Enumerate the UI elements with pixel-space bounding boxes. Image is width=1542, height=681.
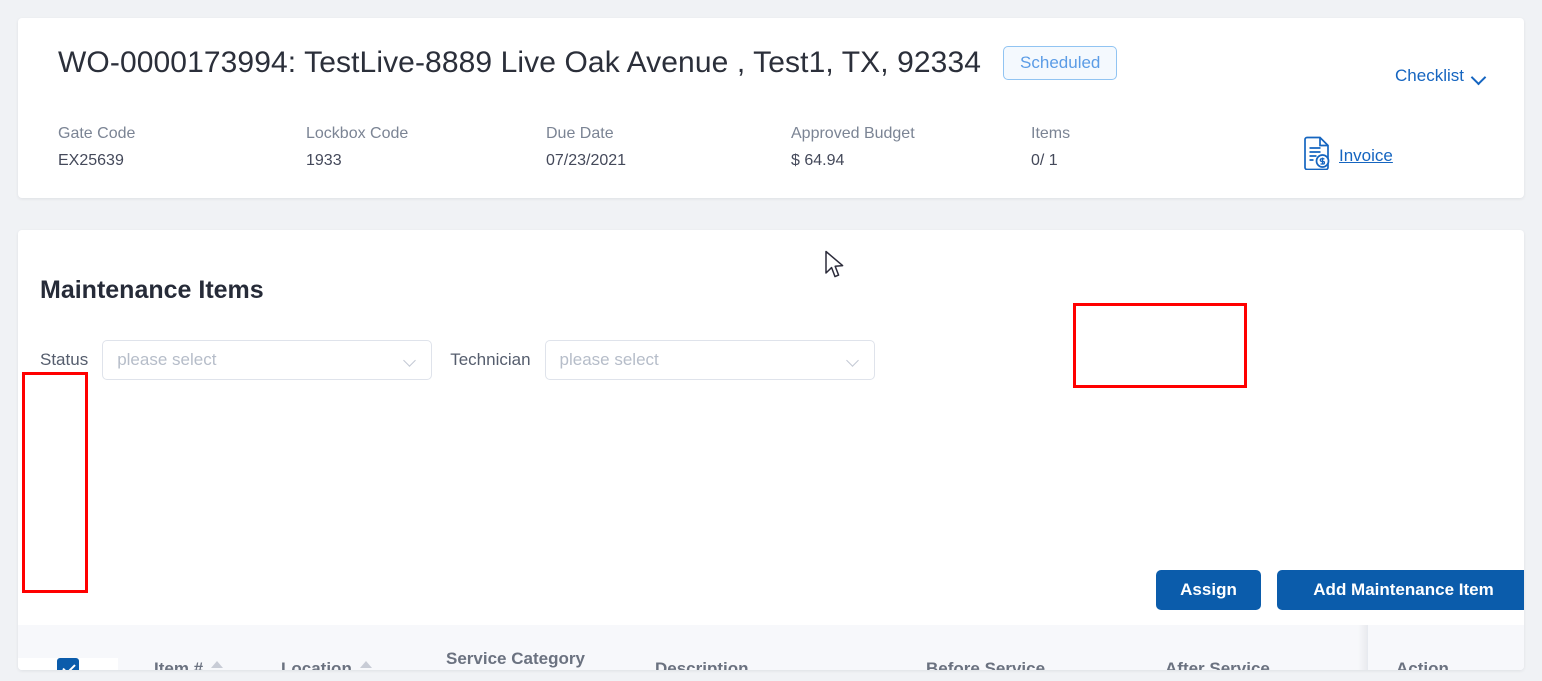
table-header-row: Item # Location Service Category Descrip… (18, 625, 1524, 670)
page-title: WO-0000173994: TestLive-8889 Live Oak Av… (58, 46, 982, 79)
column-header-service-category[interactable]: Service Category (446, 649, 655, 671)
column-header-after-service: After Service (1165, 659, 1366, 671)
work-order-title-row: WO-0000173994: TestLive-8889 Live Oak Av… (58, 46, 1504, 80)
column-header-description: Description (655, 659, 926, 671)
frozen-column-divider (1367, 625, 1368, 670)
frozen-column-shadow (1358, 625, 1367, 670)
filters-row: Status please select Technician please s… (40, 340, 875, 380)
meta-value: $ 64.94 (791, 152, 845, 169)
meta-lockbox-code: Lockbox Code 1933 (306, 123, 546, 173)
chevron-down-icon (1473, 72, 1486, 80)
status-badge: Scheduled (1003, 46, 1118, 80)
maintenance-items-table: Item # Location Service Category Descrip… (18, 625, 1524, 670)
meta-approved-budget: Approved Budget $ 64.94 (791, 123, 1031, 173)
chevron-down-icon (405, 356, 417, 363)
column-label: Service Category (446, 648, 585, 668)
chevron-down-icon (848, 356, 860, 363)
column-header-location[interactable]: Location (281, 658, 446, 671)
work-order-header-card: WO-0000173994: TestLive-8889 Live Oak Av… (18, 18, 1524, 198)
meta-value: EX25639 (58, 152, 124, 169)
column-label: Action (1396, 658, 1449, 671)
meta-label: Items (1031, 125, 1071, 142)
invoice-link[interactable]: Invoice (1339, 146, 1393, 166)
maintenance-items-card: Maintenance Items Status please select T… (18, 230, 1524, 670)
technician-select-placeholder: please select (559, 350, 659, 369)
meta-label: Approved Budget (791, 125, 915, 142)
sort-icon[interactable] (211, 660, 224, 670)
meta-gate-code: Gate Code EX25639 (58, 123, 306, 173)
status-select[interactable]: please select (102, 340, 433, 380)
column-label: Description (655, 658, 749, 671)
meta-value: 07/23/2021 (546, 152, 627, 169)
column-header-before-service: Before Service (926, 659, 1165, 671)
invoice-link-group[interactable]: Invoice (1301, 136, 1393, 175)
column-label: After Service (1165, 658, 1270, 671)
checklist-label: Checklist (1395, 66, 1464, 85)
meta-items: Items 0/ 1 (1031, 123, 1231, 173)
status-filter-label: Status (40, 350, 89, 369)
add-maintenance-item-button[interactable]: Add Maintenance Item (1277, 570, 1524, 610)
status-select-placeholder: please select (117, 350, 217, 369)
select-all-checkbox[interactable] (57, 657, 79, 670)
meta-value: 0/ 1 (1031, 152, 1058, 169)
meta-value: 1933 (306, 152, 342, 169)
column-label: Item # (154, 658, 204, 671)
work-order-meta-row: Gate Code EX25639 Lockbox Code 1933 Due … (58, 123, 1231, 173)
column-label: Before Service (926, 658, 1046, 671)
column-header-action: Action (1366, 659, 1524, 671)
meta-label: Due Date (546, 125, 614, 142)
column-label: Location (281, 658, 352, 671)
meta-label: Gate Code (58, 125, 136, 142)
technician-filter-label: Technician (450, 350, 531, 369)
assign-button[interactable]: Assign (1156, 570, 1261, 610)
technician-select[interactable]: please select (544, 340, 875, 380)
meta-label: Lockbox Code (306, 125, 409, 142)
meta-due-date: Due Date 07/23/2021 (546, 123, 791, 173)
sort-icon[interactable] (359, 660, 373, 670)
checklist-dropdown[interactable]: Checklist (1395, 66, 1486, 86)
column-header-item-number[interactable]: Item # (118, 658, 281, 671)
select-all-header-cell[interactable] (18, 657, 118, 670)
invoice-document-icon (1301, 136, 1333, 175)
section-title: Maintenance Items (40, 276, 264, 304)
